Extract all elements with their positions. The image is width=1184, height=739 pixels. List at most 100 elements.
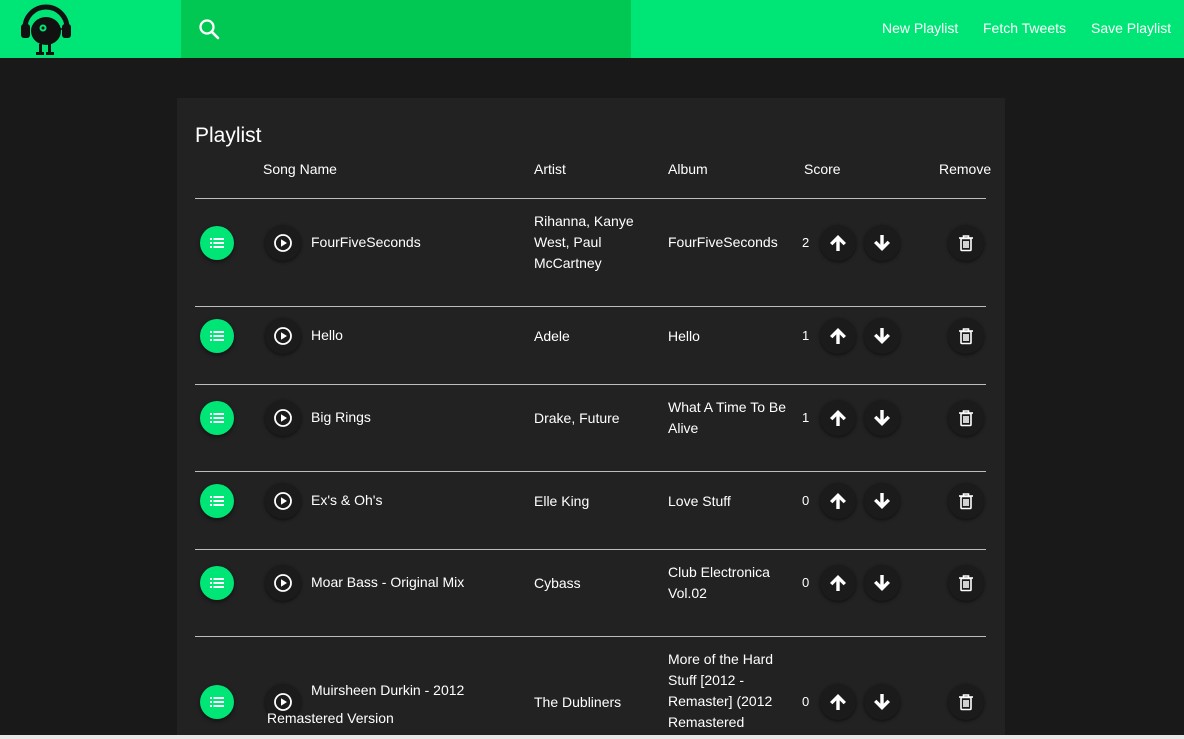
upvote-button[interactable] xyxy=(820,400,856,436)
artist-name: Rihanna, Kanye West, Paul McCartney xyxy=(534,213,634,271)
trash-icon xyxy=(959,493,973,510)
score-value: 2 xyxy=(802,235,810,250)
list-icon xyxy=(210,238,224,248)
arrow-up-icon xyxy=(830,410,846,426)
downvote-button[interactable] xyxy=(864,684,900,720)
divider xyxy=(195,384,986,385)
album-name: Club Electronica Vol.02 xyxy=(668,564,770,601)
remove-button[interactable] xyxy=(948,400,984,436)
trash-icon xyxy=(959,694,973,711)
score-value: 0 xyxy=(802,575,810,590)
arrow-down-icon xyxy=(874,694,890,710)
upvote-button[interactable] xyxy=(820,318,856,354)
list-icon xyxy=(210,413,224,423)
arrow-up-icon xyxy=(830,493,846,509)
search-bar[interactable] xyxy=(181,0,631,58)
divider xyxy=(195,306,986,307)
arrow-down-icon xyxy=(874,328,890,344)
remove-button[interactable] xyxy=(948,565,984,601)
upvote-button[interactable] xyxy=(820,684,856,720)
album-name: More of the Hard Stuff [2012 - Remaster]… xyxy=(668,651,774,730)
top-app-bar: New Playlist Fetch Tweets Save Playlist xyxy=(0,0,1184,58)
artist-name: Drake, Future xyxy=(534,410,620,426)
play-button[interactable] xyxy=(265,318,301,354)
album-name: FourFiveSeconds xyxy=(668,234,778,250)
drag-handle-button[interactable] xyxy=(200,401,234,435)
headphones-creature-logo-icon[interactable] xyxy=(18,4,74,56)
column-header-score: Score xyxy=(804,161,841,177)
save-playlist-link[interactable]: Save Playlist xyxy=(1091,20,1171,36)
artist-name: Elle King xyxy=(534,493,590,509)
song-name: Moar Bass - Original Mix xyxy=(311,574,465,590)
arrow-down-icon xyxy=(874,410,890,426)
divider xyxy=(195,549,986,550)
arrow-down-icon xyxy=(874,493,890,509)
page-title: Playlist xyxy=(195,124,262,147)
search-input[interactable] xyxy=(231,12,615,48)
arrow-down-icon xyxy=(874,235,890,251)
play-button[interactable] xyxy=(265,225,301,261)
play-icon xyxy=(274,409,292,427)
drag-handle-button[interactable] xyxy=(200,566,234,600)
window-bottom-edge xyxy=(0,735,1184,739)
song-name: Hello xyxy=(311,327,343,343)
column-header-artist: Artist xyxy=(534,161,566,177)
drag-handle-button[interactable] xyxy=(200,319,234,353)
list-icon xyxy=(210,578,224,588)
upvote-button[interactable] xyxy=(820,483,856,519)
column-header-song: Song Name xyxy=(263,161,337,177)
divider xyxy=(195,471,986,472)
remove-button[interactable] xyxy=(948,318,984,354)
arrow-up-icon xyxy=(830,235,846,251)
arrow-down-icon xyxy=(874,575,890,591)
downvote-button[interactable] xyxy=(864,400,900,436)
score-value: 1 xyxy=(802,410,810,425)
drag-handle-button[interactable] xyxy=(200,685,234,719)
play-icon xyxy=(274,234,292,252)
play-icon xyxy=(274,492,292,510)
remove-button[interactable] xyxy=(948,684,984,720)
list-icon xyxy=(210,697,224,707)
downvote-button[interactable] xyxy=(864,483,900,519)
drag-handle-button[interactable] xyxy=(200,226,234,260)
song-name: Muirsheen Durkin - 2012 xyxy=(311,682,465,698)
remove-button[interactable] xyxy=(948,225,984,261)
trash-icon xyxy=(959,410,973,427)
upvote-button[interactable] xyxy=(820,565,856,601)
artist-name: The Dubliners xyxy=(534,694,622,710)
album-name: What A Time To Be Alive xyxy=(668,399,787,436)
score-value: 0 xyxy=(802,493,810,508)
arrow-up-icon xyxy=(830,328,846,344)
column-header-album: Album xyxy=(668,161,708,177)
column-header-remove: Remove xyxy=(939,161,992,177)
new-playlist-link[interactable]: New Playlist xyxy=(882,20,958,36)
search-icon[interactable] xyxy=(197,17,221,41)
trash-icon xyxy=(959,328,973,345)
downvote-button[interactable] xyxy=(864,225,900,261)
play-button[interactable] xyxy=(265,565,301,601)
song-name: Ex's & Oh's xyxy=(311,492,383,508)
divider xyxy=(195,636,986,637)
trash-icon xyxy=(959,575,973,592)
song-name-continued: Remastered Version xyxy=(267,710,394,726)
artist-name: Cybass xyxy=(534,575,581,591)
list-icon xyxy=(210,331,224,341)
downvote-button[interactable] xyxy=(864,318,900,354)
upvote-button[interactable] xyxy=(820,225,856,261)
arrow-up-icon xyxy=(830,575,846,591)
album-name: Hello xyxy=(668,328,700,344)
fetch-tweets-link[interactable]: Fetch Tweets xyxy=(983,20,1066,36)
downvote-button[interactable] xyxy=(864,565,900,601)
divider xyxy=(195,198,986,199)
play-button[interactable] xyxy=(265,400,301,436)
remove-button[interactable] xyxy=(948,483,984,519)
play-icon xyxy=(274,574,292,592)
score-value: 1 xyxy=(802,328,810,343)
drag-handle-button[interactable] xyxy=(200,484,234,518)
trash-icon xyxy=(959,235,973,252)
arrow-up-icon xyxy=(830,694,846,710)
song-name: FourFiveSeconds xyxy=(311,234,421,250)
play-button[interactable] xyxy=(265,483,301,519)
play-icon xyxy=(274,327,292,345)
artist-name: Adele xyxy=(534,328,570,344)
